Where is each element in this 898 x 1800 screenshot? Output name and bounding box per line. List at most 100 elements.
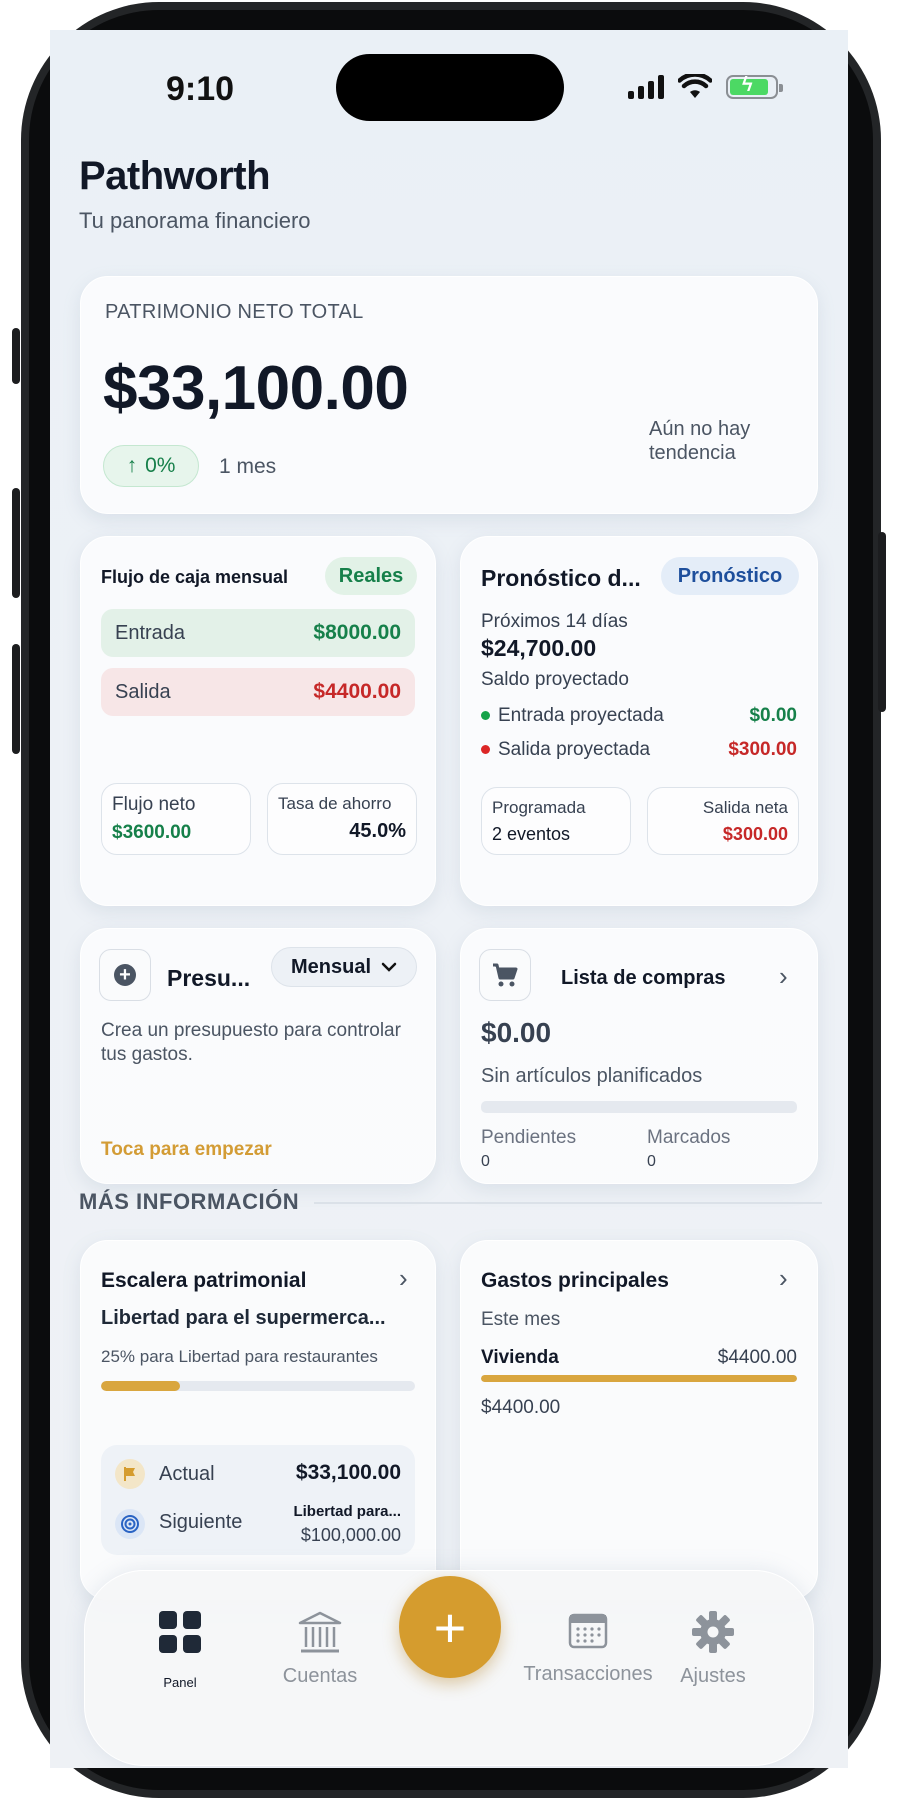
budget-period-value: Mensual — [290, 955, 372, 978]
projected-income-label: Entrada proyectada — [498, 705, 664, 726]
section-title: MÁS INFORMACIÓN — [79, 1189, 300, 1214]
budget-cta-link[interactable]: Toca para empezar — [101, 1139, 272, 1161]
page-subtitle: Tu panorama financiero — [79, 208, 311, 233]
projected-income-row: Entrada proyectada $0.00 — [481, 705, 797, 727]
top-expenses-title: Gastos principales — [481, 1269, 669, 1292]
pending-value: 0 — [481, 1153, 490, 1170]
ladder-current-goal: Libertad para el supermerca... — [101, 1307, 386, 1329]
ladder-next-text: 25% para Libertad para restaurantes — [101, 1347, 378, 1366]
expense-value: $4400.00 — [313, 680, 401, 703]
ladder-next-value: $100,000.00 — [300, 1525, 401, 1545]
networth-card[interactable]: PATRIMONIO NETO TOTAL $33,100.00 ↑ 0% 1 … — [80, 276, 818, 514]
ladder-progress-bar — [101, 1381, 415, 1391]
cashflow-expense-row: Salida $4400.00 — [101, 668, 415, 716]
checked-value: 0 — [647, 1153, 656, 1170]
net-flow-tile: Flujo neto $3600.00 — [101, 783, 251, 855]
volume-down-button — [12, 644, 20, 754]
income-value: $8000.00 — [313, 621, 401, 644]
scheduled-tile: Programada 2 eventos — [481, 787, 631, 855]
top-expenses-total: $4400.00 — [481, 1397, 561, 1418]
gear-icon — [692, 1611, 734, 1653]
shopping-amount: $0.00 — [481, 1017, 552, 1048]
pending-label: Pendientes — [481, 1127, 577, 1148]
page-title: Pathworth — [79, 154, 271, 198]
projected-income-value: $0.00 — [749, 705, 797, 726]
savings-rate-tile: Tasa de ahorro 45.0% — [267, 783, 417, 855]
forecast-badge: Pronóstico — [661, 557, 799, 595]
tab-label: Panel — [163, 1675, 197, 1690]
chevron-right-icon: › — [779, 961, 788, 991]
expense-row: Vivienda $4400.00 — [481, 1347, 797, 1369]
net-outflow-label: Salida neta — [702, 798, 788, 817]
plus-circle-icon: + — [114, 964, 136, 986]
dynamic-island — [336, 54, 564, 121]
income-label: Entrada — [115, 621, 186, 644]
networth-change-value: 0% — [145, 454, 176, 477]
shopping-empty-text: Sin artículos planificados — [481, 1065, 703, 1087]
expense-category: Vivienda — [481, 1347, 559, 1368]
tab-transactions[interactable]: Transacciones — [513, 1611, 663, 1686]
wifi-icon — [678, 74, 712, 98]
tab-label: Cuentas — [282, 1665, 358, 1687]
status-time: 9:10 — [166, 70, 235, 108]
scheduled-label: Programada — [492, 798, 586, 817]
chevron-down-icon — [381, 962, 397, 972]
grid-icon — [159, 1611, 201, 1653]
cart-icon — [479, 949, 531, 1001]
shopping-progress-bar — [481, 1101, 797, 1113]
forecast-title: Pronóstico d... — [481, 565, 641, 591]
networth-change-badge: ↑ 0% — [103, 445, 199, 487]
mute-switch — [12, 328, 20, 384]
tab-label: Ajustes — [680, 1665, 746, 1687]
red-dot-icon — [481, 745, 490, 755]
net-outflow-value: $300.00 — [722, 824, 788, 844]
ladder-next-name: Libertad para... — [293, 1503, 401, 1520]
tab-label: Transacciones — [523, 1663, 653, 1685]
cashflow-title: Flujo de caja mensual — [101, 567, 289, 587]
ladder-title: Escalera patrimonial — [101, 1269, 307, 1292]
volume-up-button — [12, 488, 20, 598]
budget-period-select[interactable]: Mensual — [271, 947, 417, 987]
checked-label: Marcados — [647, 1127, 731, 1148]
forecast-balance-label: Saldo proyectado — [481, 669, 629, 690]
projected-expense-row: Salida proyectada $300.00 — [481, 739, 797, 761]
tab-settings[interactable]: Ajustes — [663, 1611, 763, 1688]
shopping-list-card[interactable]: Lista de compras › $0.00 Sin artículos p… — [460, 928, 818, 1184]
cashflow-income-row: Entrada $8000.00 — [101, 609, 415, 657]
arrow-up-icon: ↑ — [126, 454, 138, 477]
status-icons: ϟ — [628, 74, 783, 100]
net-outflow-tile: Salida neta $300.00 — [647, 787, 799, 855]
shopping-list-title: Lista de compras — [561, 967, 726, 989]
section-divider — [314, 1202, 822, 1204]
calendar-icon — [568, 1613, 608, 1649]
forecast-window: Próximos 14 días — [481, 611, 628, 632]
budget-description: Crea un presupuesto para controlar tus g… — [101, 1020, 401, 1065]
add-transaction-button[interactable]: + — [399, 1576, 501, 1678]
add-budget-button[interactable]: + — [99, 949, 151, 1001]
ladder-current-label: Actual — [159, 1463, 215, 1485]
chevron-right-icon: › — [399, 1263, 408, 1293]
trend-placeholder: Aún no hay tendencia — [649, 418, 751, 464]
expense-label: Salida — [115, 680, 171, 703]
projected-expense-value: $300.00 — [728, 739, 797, 760]
plus-icon: + — [433, 1595, 467, 1659]
cashflow-card[interactable]: Flujo de caja mensual Reales Entrada $80… — [80, 536, 436, 906]
top-expenses-period: Este mes — [481, 1309, 561, 1330]
tab-accounts[interactable]: Cuentas — [255, 1611, 385, 1688]
wealth-ladder-card[interactable]: Escalera patrimonial › Libertad para el … — [80, 1240, 436, 1600]
app-screen: 9:10 ϟ Pathworth Tu panorama financiero … — [50, 30, 848, 1768]
green-dot-icon — [481, 711, 490, 721]
cellular-signal-icon — [628, 75, 664, 99]
networth-value: $33,100.00 — [103, 354, 409, 423]
bank-icon — [298, 1611, 342, 1653]
battery-charging-icon: ϟ — [726, 74, 783, 99]
scheduled-value: 2 eventos — [492, 824, 571, 844]
forecast-card[interactable]: Pronóstico d... Pronóstico Próximos 14 d… — [460, 536, 818, 906]
budget-card[interactable]: + Presu... Mensual Crea un presupuesto p… — [80, 928, 436, 1184]
top-expenses-card[interactable]: Gastos principales › Este mes Vivienda $… — [460, 1240, 818, 1600]
flag-icon — [115, 1459, 145, 1489]
tab-panel[interactable]: Panel — [125, 1611, 235, 1690]
expense-amount: $4400.00 — [717, 1347, 797, 1368]
net-flow-label: Flujo neto — [112, 794, 196, 815]
forecast-balance: $24,700.00 — [481, 635, 597, 661]
